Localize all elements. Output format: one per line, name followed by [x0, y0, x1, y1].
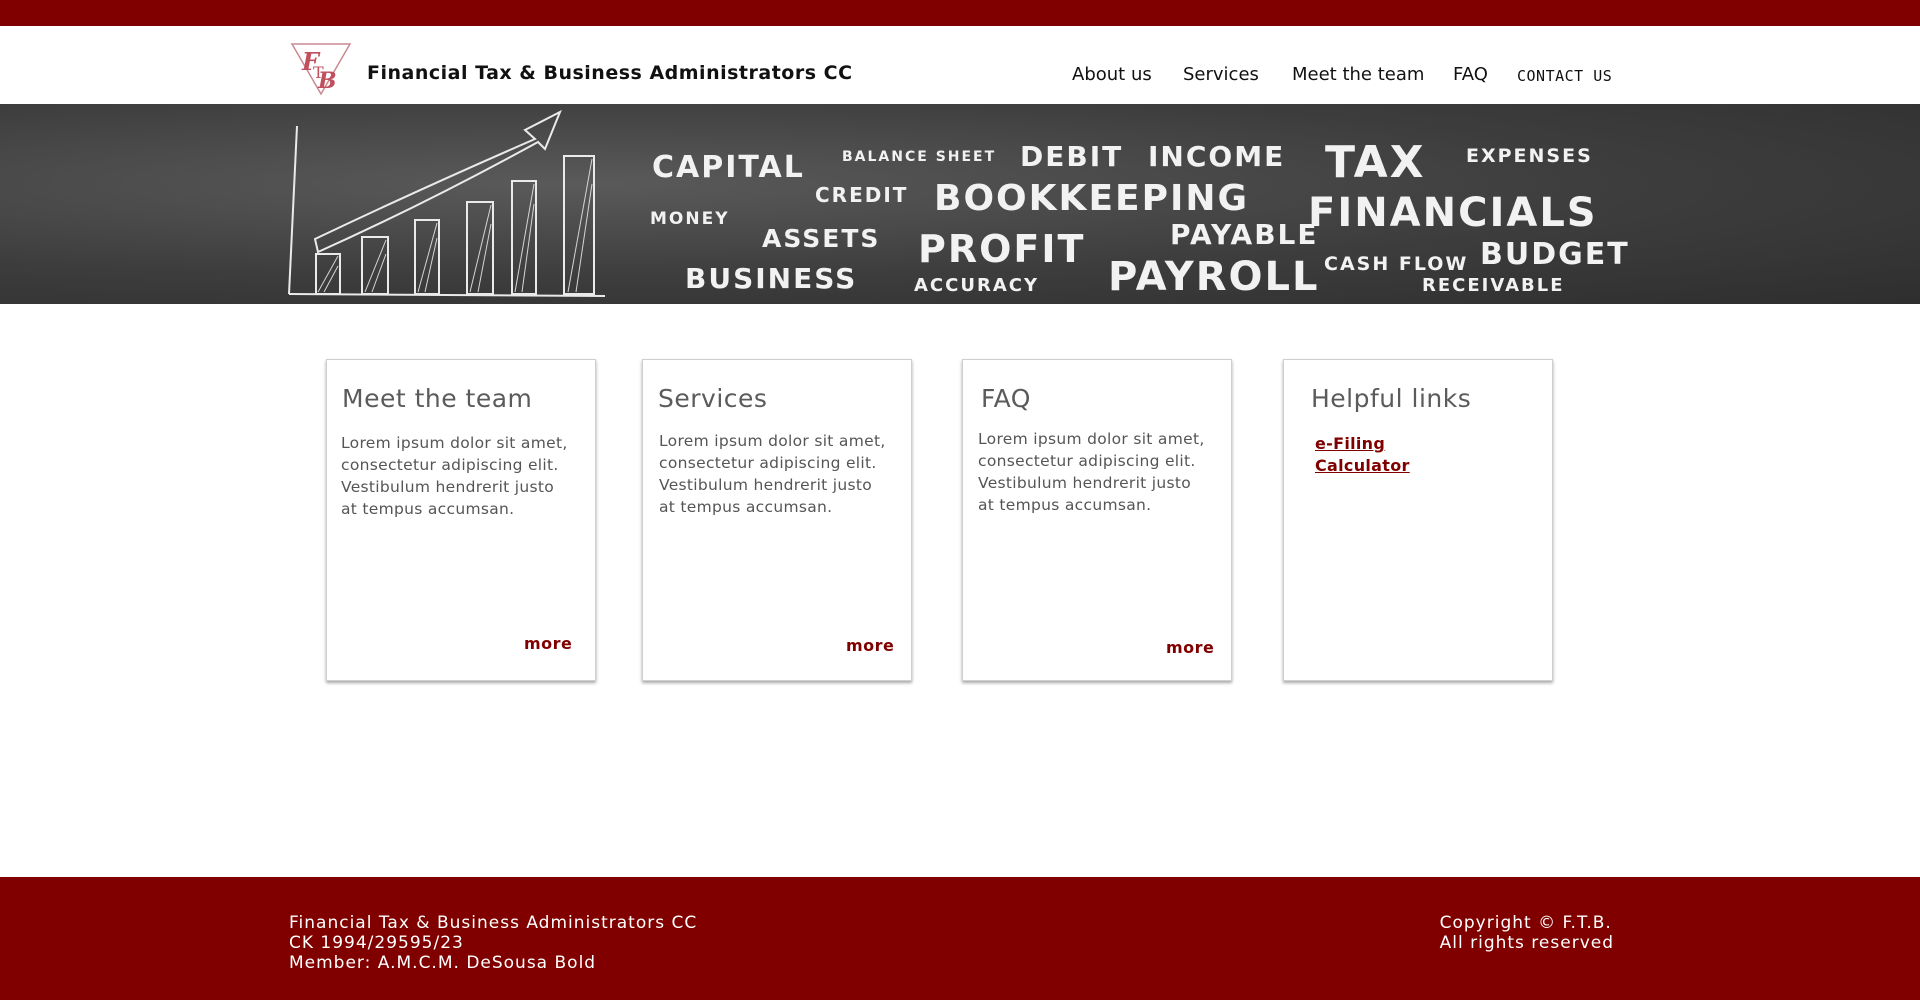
- top-accent-bar: [0, 0, 1920, 26]
- card-faq: FAQ Lorem ipsum dolor sit amet, consecte…: [962, 359, 1232, 681]
- word-expenses: EXPENSES: [1466, 145, 1593, 167]
- link-calculator[interactable]: Calculator: [1315, 456, 1410, 475]
- word-payroll: PAYROLL: [1108, 254, 1320, 300]
- nav-services[interactable]: Services: [1183, 64, 1259, 85]
- more-link[interactable]: more: [846, 636, 894, 655]
- word-balance-sheet: BALANCE SHEET: [842, 149, 996, 165]
- svg-text:T: T: [313, 63, 324, 82]
- more-link[interactable]: more: [1166, 638, 1214, 657]
- word-business: BUSINESS: [685, 262, 857, 295]
- word-bookkeeping: BOOKKEEPING: [934, 178, 1249, 219]
- footer-rights-text: All rights reserved: [1439, 933, 1614, 953]
- word-capital: CAPITAL: [652, 150, 805, 185]
- nav-faq[interactable]: FAQ: [1453, 64, 1488, 85]
- word-budget: BUDGET: [1480, 237, 1630, 272]
- chalk-words: CAPITAL BALANCE SHEET DEBIT INCOME TAX E…: [650, 137, 1630, 300]
- brand-name[interactable]: Financial Tax & Business Administrators …: [367, 62, 853, 84]
- card-title: FAQ: [981, 384, 1031, 413]
- site-header: F B T Financial Tax & Business Administr…: [0, 26, 1920, 104]
- word-income: INCOME: [1148, 140, 1285, 173]
- card-services: Services Lorem ipsum dolor sit amet, con…: [642, 359, 912, 681]
- card-title: Meet the team: [342, 384, 533, 413]
- card-body: Lorem ipsum dolor sit amet, consectetur …: [978, 430, 1205, 514]
- word-cash-flow: CASH FLOW: [1324, 253, 1468, 275]
- word-money: MONEY: [650, 209, 730, 229]
- chalkboard-banner: CAPITAL BALANCE SHEET DEBIT INCOME TAX E…: [0, 104, 1920, 304]
- card-title: Helpful links: [1311, 384, 1472, 413]
- card-body: Lorem ipsum dolor sit amet, consectetur …: [341, 434, 568, 518]
- card-title: Services: [658, 384, 768, 413]
- word-debit: DEBIT: [1020, 140, 1123, 173]
- word-receivable: RECEIVABLE: [1422, 275, 1564, 296]
- nav-about-us[interactable]: About us: [1072, 64, 1152, 85]
- footer-company-name: Financial Tax & Business Administrators …: [289, 913, 698, 933]
- footer-member: Member: A.M.C.M. DeSousa Bold: [289, 953, 597, 973]
- word-financials: FINANCIALS: [1308, 190, 1598, 236]
- ftb-logo-icon[interactable]: F B T: [290, 40, 352, 96]
- nav-contact-us[interactable]: CONTACT US: [1517, 67, 1612, 85]
- more-link[interactable]: more: [524, 634, 572, 653]
- footer-company-info: Financial Tax & Business Administrators …: [289, 913, 697, 973]
- word-credit: CREDIT: [815, 183, 908, 207]
- word-accuracy: ACCURACY: [914, 275, 1039, 296]
- chalkboard-art: CAPITAL BALANCE SHEET DEBIT INCOME TAX E…: [288, 109, 1630, 300]
- word-assets: ASSETS: [762, 224, 880, 253]
- word-tax: TAX: [1325, 137, 1426, 188]
- site-footer: Financial Tax & Business Administrators …: [0, 877, 1920, 1000]
- word-profit: PROFIT: [918, 227, 1085, 271]
- link-e-filing[interactable]: e-Filing: [1315, 434, 1385, 453]
- footer-registration: CK 1994/29595/23: [289, 933, 464, 953]
- footer-copyright-text: Copyright © F.T.B.: [1439, 913, 1612, 933]
- card-helpful-links: Helpful links e-Filing Calculator: [1283, 359, 1553, 681]
- card-meet-the-team: Meet the team Lorem ipsum dolor sit amet…: [326, 359, 596, 681]
- word-payable: PAYABLE: [1170, 218, 1319, 251]
- footer-copyright: Copyright © F.T.B. All rights reserved: [1440, 913, 1614, 953]
- nav-meet-the-team[interactable]: Meet the team: [1292, 64, 1424, 85]
- card-body: Lorem ipsum dolor sit amet, consectetur …: [659, 432, 886, 516]
- chalk-hatching: [317, 158, 593, 293]
